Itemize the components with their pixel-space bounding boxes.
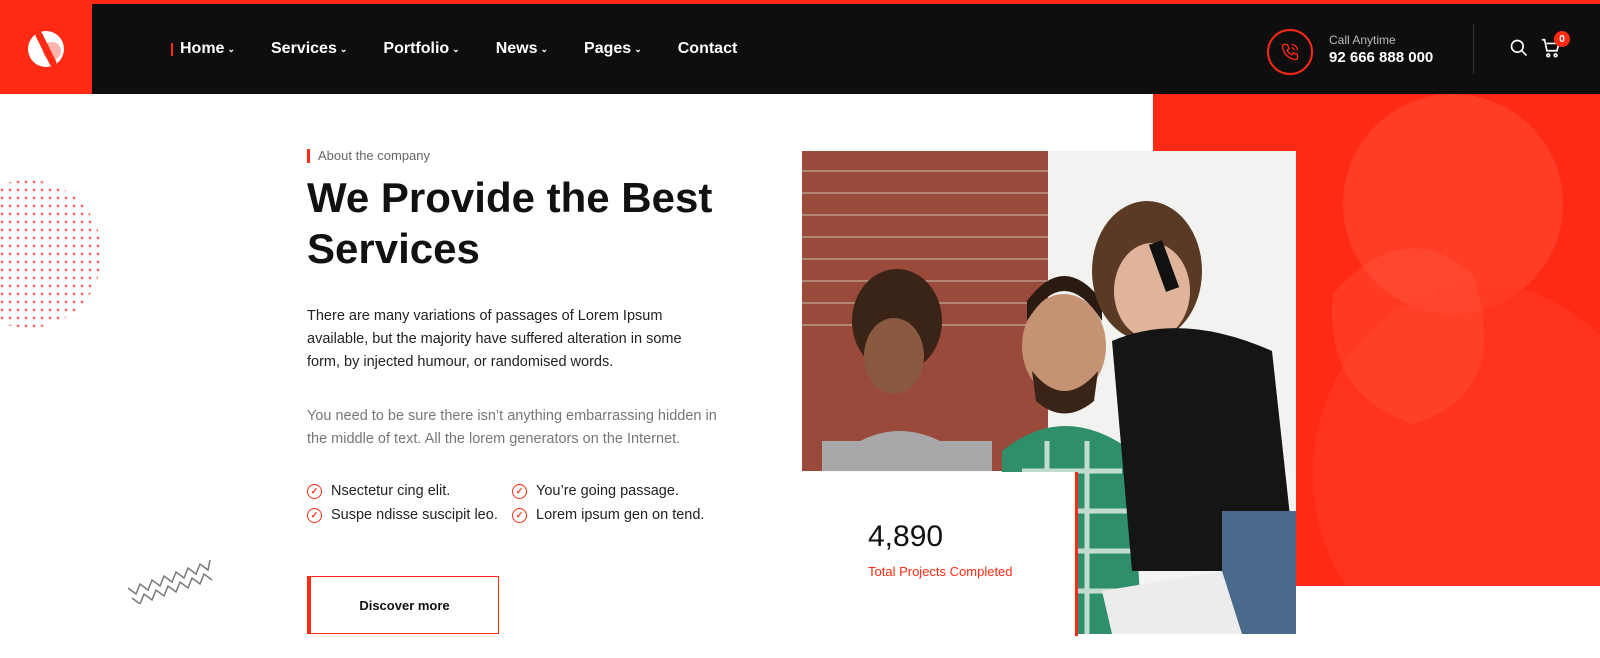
nav-pages[interactable]: Pages ⌄ xyxy=(584,40,642,58)
dot-pattern-decoration xyxy=(0,180,102,328)
chevron-down-icon: ⌄ xyxy=(227,43,235,54)
discover-more-button[interactable]: Discover more xyxy=(307,576,499,634)
phone-icon xyxy=(1281,43,1299,61)
header-divider xyxy=(1473,24,1474,74)
list-item-text: Nsectetur cing elit. xyxy=(331,483,451,499)
section-eyebrow: About the company xyxy=(307,149,430,163)
list-item-text: Suspe ndisse suscipit leo. xyxy=(331,507,498,523)
stat-number: 4,890 xyxy=(868,520,944,553)
list-item: ✓ Lorem ipsum gen on tend. xyxy=(512,507,717,523)
check-icon: ✓ xyxy=(512,507,527,523)
nav-label: Portfolio xyxy=(383,40,450,57)
nav-label: Services xyxy=(271,40,337,57)
list-item-text: You’re going passage. xyxy=(536,483,679,499)
feature-checklist: ✓ Nsectetur cing elit. ✓ You’re going pa… xyxy=(307,483,717,523)
chevron-down-icon: ⌄ xyxy=(634,43,642,54)
phone-button[interactable] xyxy=(1267,29,1313,75)
intro-paragraph: There are many variations of passages of… xyxy=(307,308,682,370)
list-item: ✓ Nsectetur cing elit. xyxy=(307,483,512,499)
nav-news[interactable]: News ⌄ xyxy=(496,40,548,58)
nav-portfolio[interactable]: Portfolio ⌄ xyxy=(383,40,459,58)
stat-label: Total Projects Completed xyxy=(868,564,1013,579)
zigzag-decoration xyxy=(127,559,213,604)
check-icon: ✓ xyxy=(307,507,322,523)
nav-label: Pages xyxy=(584,40,632,57)
list-item: ✓ You’re going passage. xyxy=(512,483,717,499)
check-icon: ✓ xyxy=(512,483,527,499)
chevron-down-icon: ⌄ xyxy=(540,43,549,54)
logo[interactable] xyxy=(0,4,92,94)
stat-card: 4,890 Total Projects Completed xyxy=(802,472,1078,636)
nav-contact[interactable]: Contact xyxy=(678,40,738,58)
site-header: Home ⌄ Services ⌄ Portfolio ⌄ News ⌄ Pages ⌄ … xyxy=(0,4,1600,94)
nav-label: Home xyxy=(180,40,225,57)
search-button[interactable] xyxy=(1509,38,1529,63)
logo-icon xyxy=(28,31,64,67)
nav-services[interactable]: Services ⌄ xyxy=(271,40,347,58)
chevron-down-icon: ⌄ xyxy=(339,43,348,54)
nav-label: News xyxy=(495,40,538,57)
check-icon: ✓ xyxy=(307,483,322,499)
call-label: Call Anytime xyxy=(1329,33,1396,47)
nav-label: Contact xyxy=(677,40,738,57)
main-nav: Home ⌄ Services ⌄ Portfolio ⌄ News ⌄ Pages ⌄ … xyxy=(171,4,773,94)
section-title: We Provide the Best Services xyxy=(307,174,713,272)
call-number[interactable]: 92 666 888 000 xyxy=(1329,49,1433,66)
list-item-text: Lorem ipsum gen on tend. xyxy=(536,507,705,523)
list-item: ✓ Suspe ndisse suscipit leo. xyxy=(307,507,512,523)
call-info: Call Anytime 92 666 888 000 xyxy=(1329,33,1433,66)
cart-count-badge: 0 xyxy=(1554,31,1570,47)
search-icon xyxy=(1510,39,1528,57)
secondary-paragraph: You need to be sure there isn’t anything… xyxy=(307,408,717,447)
chevron-down-icon: ⌄ xyxy=(452,43,460,54)
nav-home[interactable]: Home ⌄ xyxy=(171,40,235,58)
